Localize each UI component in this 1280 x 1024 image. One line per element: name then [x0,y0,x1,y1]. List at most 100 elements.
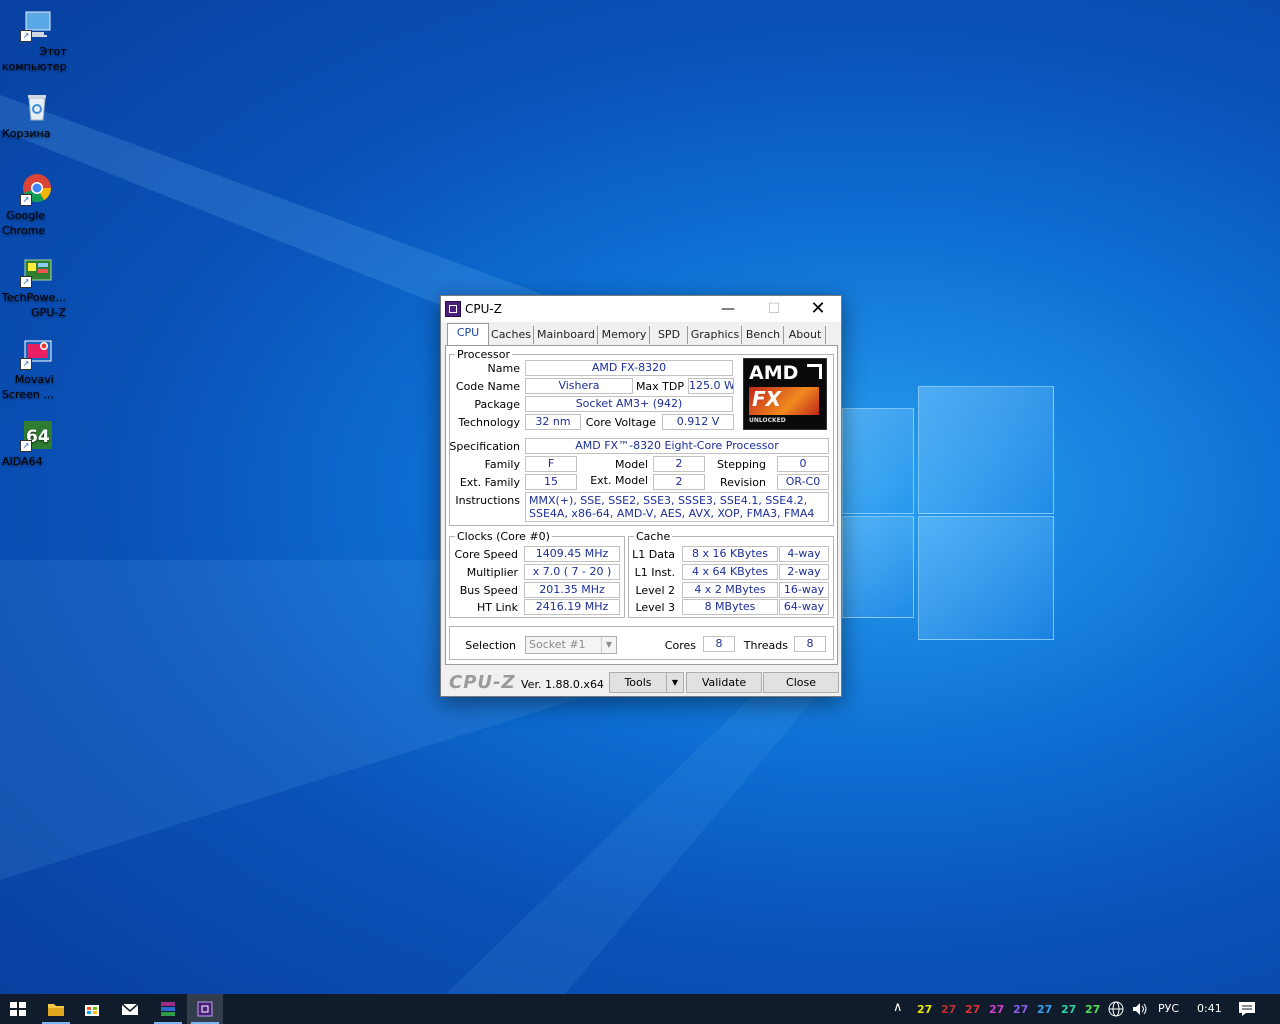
notifications-icon[interactable] [1238,1001,1256,1017]
taskbar-file-explorer[interactable] [38,994,74,1024]
stepping-value: 0 [777,456,829,472]
model-label: Model [614,458,648,471]
amd-fx-logo: AMD FX UNLOCKED [743,358,827,430]
tab-graphics[interactable]: Graphics [689,326,742,344]
family-label: Family [484,458,520,471]
cache-l2-size: 4 x 2 MBytes [682,582,778,598]
tray-temp-6[interactable]: 27 [1037,1003,1052,1016]
window-footer: CPU-Z Ver. 1.88.0.x64 Tools ▼ Validate C… [441,668,841,696]
cache-legend: Cache [636,530,671,543]
cache-l3-label: Level 3 [635,601,675,614]
corevoltage-label: Core Voltage [585,416,656,429]
close-button[interactable]: Close [763,672,839,693]
clock[interactable]: 0:41 [1197,1002,1222,1015]
tab-mainboard[interactable]: Mainboard [535,326,598,344]
socket-select-value: Socket #1 [529,638,586,651]
start-button[interactable] [0,994,36,1024]
multiplier-value: x 7.0 ( 7 - 20 ) [524,564,620,580]
tray-temp-2[interactable]: 27 [941,1003,956,1016]
corespeed-label: Core Speed [454,548,518,561]
store-icon [85,1005,99,1016]
cache-l3-way: 64-way [779,599,829,615]
package-value: Socket AM3+ (942) [525,396,733,412]
maxtdp-value: 125.0 W [688,378,734,394]
family-value: F [525,456,577,472]
show-hidden-icons-button[interactable]: ∧ [893,1000,903,1015]
corevoltage-value: 0.912 V [662,414,734,430]
desktop-icon-aida64[interactable]: 64 ↗ AIDA64 [2,418,72,468]
close-window-button[interactable]: ✕ [795,296,841,322]
desktop-icon-this-pc[interactable]: ↗ Этот компьютер [2,8,72,73]
tray-temp-5[interactable]: 27 [1013,1003,1028,1016]
cache-l3-size: 8 MBytes [682,599,778,615]
cache-l1i-label: L1 Inst. [634,566,675,579]
taskbar: ∧ 27 27 27 27 27 27 27 27 РУС 0:41 [0,994,1280,1024]
threads-label: Threads [743,639,788,652]
tools-dropdown-button[interactable]: ▼ [666,672,684,693]
volume-icon[interactable] [1131,1001,1149,1017]
taskbar-winrar[interactable] [150,994,186,1024]
minimize-button[interactable]: — [705,296,751,322]
tray-temp-4[interactable]: 27 [989,1003,1004,1016]
instructions-label: Instructions [455,494,520,507]
chrome-icon: ↗ [20,172,54,206]
desktop-icon-recycle-bin[interactable]: Корзина [2,90,72,140]
desktop-icon-chrome[interactable]: ↗ Google Chrome [2,172,72,237]
windows-logo-pane-bl [842,516,914,618]
tools-button[interactable]: Tools [609,672,667,693]
taskbar-mail[interactable] [112,994,148,1024]
model-value: 2 [653,456,705,472]
maxtdp-label: Max TDP [635,380,684,393]
chevron-down-icon: ▼ [601,637,616,653]
tray-temp-1[interactable]: 27 [917,1003,932,1016]
tray-temp-7[interactable]: 27 [1061,1003,1076,1016]
archive-icon [161,1002,175,1016]
taskbar-cpuz[interactable] [187,994,223,1024]
desktop-icon-gpuz[interactable]: ↗ TechPowe... GPU-Z [2,254,72,319]
desktop-icon-movavi[interactable]: ↗ Movavi Screen ... [2,336,72,401]
tab-memory[interactable]: Memory [599,326,650,344]
chevron-down-icon: ▼ [671,678,679,687]
title-bar[interactable]: CPU-Z — ☐ ✕ [441,296,841,322]
amd-arrow-icon [807,364,822,379]
busspeed-value: 201.35 MHz [524,582,620,598]
extfamily-value: 15 [525,474,577,490]
package-label: Package [474,398,520,411]
threads-value: 8 [794,636,826,652]
revision-value: OR-C0 [777,474,829,490]
busspeed-label: Bus Speed [459,584,518,597]
aida64-icon: 64 ↗ [20,418,54,452]
cache-l1i-way: 2-way [779,564,829,580]
tray-temp-8[interactable]: 27 [1085,1003,1100,1016]
maximize-button[interactable]: ☐ [751,296,797,322]
tab-caches[interactable]: Caches [489,326,534,344]
tray-temp-3[interactable]: 27 [965,1003,980,1016]
computer-icon: ↗ [20,8,54,42]
cpuz-brand-label: CPU-Z [449,672,516,693]
movavi-icon: ↗ [20,336,54,370]
htlink-value: 2416.19 MHz [524,599,620,615]
extmodel-value: 2 [653,474,705,490]
socket-select[interactable]: Socket #1 ▼ [525,636,617,654]
codename-label: Code Name [455,380,520,393]
windows-logo-pane-tl [842,408,914,514]
network-globe-icon[interactable] [1108,1001,1124,1017]
cache-l2-way: 16-way [779,582,829,598]
mail-icon [121,1003,139,1015]
language-indicator[interactable]: РУС [1158,1002,1179,1015]
cores-value: 8 [703,636,735,652]
tab-spd[interactable]: SPD [651,326,688,344]
name-label: Name [487,362,520,375]
tab-bench[interactable]: Bench [743,326,784,344]
processor-legend: Processor [457,348,510,361]
selection-label: Selection [465,639,516,652]
stepping-label: Stepping [716,458,766,471]
tab-about[interactable]: About [785,326,826,344]
tab-bar: CPU Caches Mainboard Memory SPD Graphics… [445,323,837,345]
windows-logo-pane-br [918,516,1054,640]
htlink-label: HT Link [476,601,518,614]
tab-cpu[interactable]: CPU [447,323,489,345]
validate-button[interactable]: Validate [686,672,762,693]
fx-logo-text: FX [752,387,782,411]
taskbar-store[interactable] [74,994,110,1024]
